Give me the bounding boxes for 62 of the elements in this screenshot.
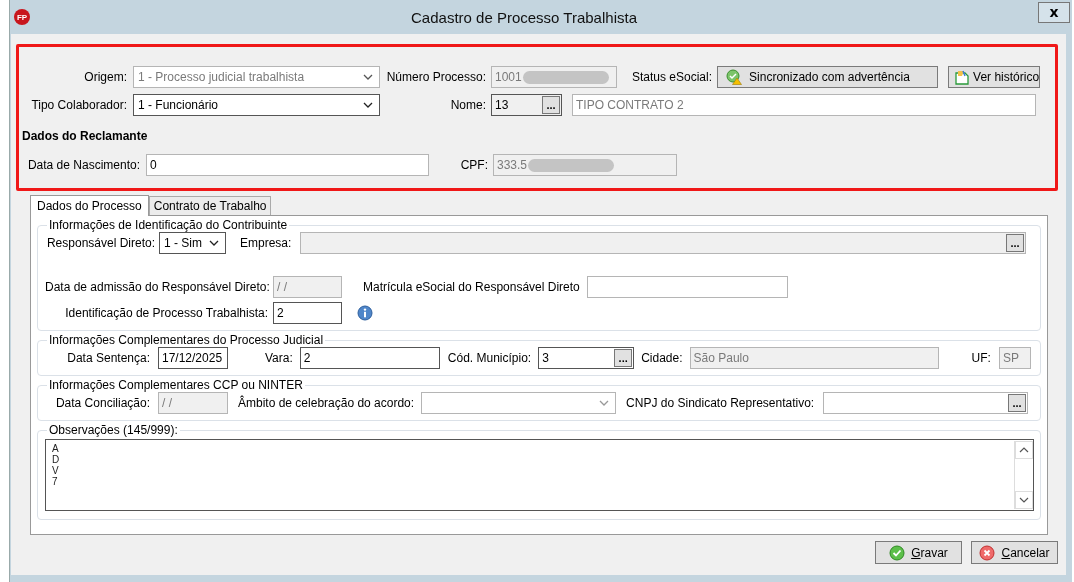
dropdown[interactable]: 1 - Sim — [159, 232, 226, 254]
field-label: Identificação de Processo Trabalhista: — [64, 306, 268, 320]
input-field[interactable]: 2 — [273, 302, 342, 324]
group-title: Informações Complementares do Processo Judicial — [48, 333, 325, 347]
field-label: Status eSocial: — [632, 70, 713, 84]
field-label: Empresa: — [240, 236, 292, 250]
input-field[interactable]: 0 — [146, 154, 429, 176]
input-field[interactable]: 13 ... — [491, 94, 562, 116]
history-button[interactable]: Ver histórico — [948, 66, 1041, 88]
field-label: CNPJ do Sindicato Representativo: — [626, 396, 815, 410]
text-line: 7 — [52, 476, 56, 487]
field-label: UF: — [971, 351, 991, 365]
field-label: Data de Nascimento: — [26, 158, 140, 172]
save-button[interactable]: Gravar — [875, 541, 962, 564]
field-label: CPF: — [459, 158, 488, 172]
dropdown[interactable]: 1 - Funcionário — [133, 94, 380, 116]
tab[interactable]: Dados do Processo — [30, 195, 149, 216]
field-label: Tipo Colaborador: — [30, 98, 127, 112]
check-icon — [889, 544, 906, 561]
scroll-up-icon[interactable] — [1015, 441, 1033, 459]
date-field[interactable]: 17/12/2025 — [158, 347, 228, 369]
document-icon — [954, 69, 971, 85]
input-field[interactable]: 3 ... — [538, 347, 635, 369]
field-label: Origem: — [83, 70, 127, 84]
field-label: Âmbito de celebração do acordo: — [238, 396, 415, 410]
caret-icon — [363, 102, 373, 108]
input-field[interactable] — [586, 276, 788, 298]
input-field[interactable]: ... — [823, 392, 1028, 414]
lookup-button[interactable]: ... — [614, 349, 633, 367]
close-button[interactable]: x — [1038, 1, 1070, 23]
scrollbar[interactable] — [1014, 441, 1032, 509]
info-icon[interactable] — [357, 305, 373, 321]
text-area[interactable]: A D V 7 — [45, 439, 1034, 511]
scroll-down-icon[interactable] — [1015, 491, 1033, 509]
caret-icon — [363, 74, 373, 80]
tab[interactable]: Contrato de Trabalho — [148, 196, 272, 215]
group-title: Informações de Identificação do Contribuinte — [48, 218, 289, 232]
caret-icon — [599, 400, 610, 406]
input-field[interactable]: TIPO CONTRATO 2 — [572, 94, 1036, 116]
field-label: Data Conciliação: — [54, 396, 150, 410]
field-label: Número Processo: — [385, 70, 486, 84]
field-label: Cidade: — [641, 351, 683, 365]
field-label: Data de admissão do Responsável Direto: — [45, 280, 268, 294]
group-title: Informações Complementares CCP ou NINTER — [48, 378, 304, 392]
field-label: Vara: — [265, 351, 293, 365]
section-title: Dados do Reclamante — [22, 129, 149, 143]
app-logo: FP — [14, 9, 30, 25]
field-label: Nome: — [449, 98, 486, 112]
cancel-button[interactable]: Cancelar — [971, 541, 1058, 564]
lookup-button[interactable]: ... — [542, 96, 560, 114]
field-label: Data Sentença: — [66, 351, 150, 365]
caret-icon — [209, 240, 219, 246]
cancel-icon — [979, 544, 996, 561]
lookup-button[interactable]: ... — [1008, 394, 1026, 412]
input-field[interactable]: 2 — [299, 347, 440, 369]
group-title: Observações (145/999): — [48, 423, 179, 437]
field-label: Matrícula eSocial do Responsável Direto — [363, 280, 580, 294]
field-label: Cód. Município: — [447, 351, 532, 365]
field-label: Responsável Direto: — [45, 236, 155, 250]
check-warning-icon — [726, 69, 743, 85]
window-title: Cadastro de Processo Trabalhista — [410, 8, 638, 26]
status-button[interactable]: Sincronizado com advertência — [717, 66, 939, 88]
